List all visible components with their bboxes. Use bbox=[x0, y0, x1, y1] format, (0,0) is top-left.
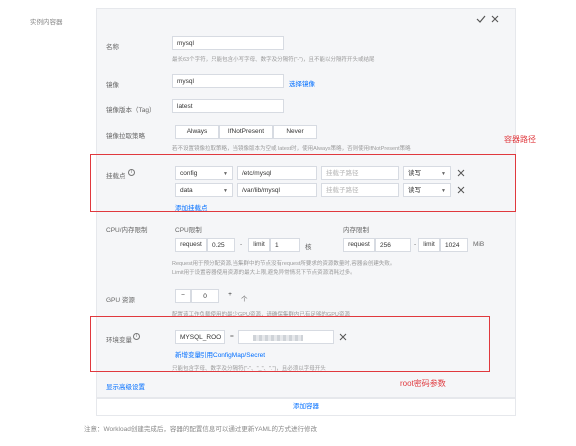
pull-policy-hint: 若不设置镜像拉取策略，当镜像版本为空或 latest时，使用Always策略，否… bbox=[172, 146, 411, 152]
pull-policy-label: 镜像拉取策略 bbox=[106, 133, 145, 140]
image-label: 镜像 bbox=[106, 82, 119, 89]
memory-limit-label: limit bbox=[418, 238, 440, 252]
gpu-unit: 个 bbox=[241, 296, 248, 303]
section-label: 实例内容器 bbox=[30, 19, 63, 26]
gpu-decrement-button[interactable]: − bbox=[175, 289, 191, 303]
gpu-label: GPU 资源 bbox=[106, 297, 135, 304]
show-advanced-settings-link[interactable]: 显示高级设置 bbox=[106, 381, 145, 391]
cpu-limit-label: limit bbox=[248, 238, 270, 252]
name-label: 名称 bbox=[106, 44, 119, 51]
add-container-link[interactable]: 添加容器 bbox=[293, 403, 319, 410]
close-icon[interactable] bbox=[490, 14, 500, 24]
pull-policy-never[interactable]: Never bbox=[273, 125, 317, 139]
cpu-request-label: request bbox=[175, 238, 207, 252]
gpu-increment-button[interactable]: + bbox=[222, 289, 238, 303]
select-image-link[interactable]: 选择镜像 bbox=[289, 78, 315, 88]
resources-hint-request: Request用于预分配资源,当集群中的节点没有request所要求的资源数量时… bbox=[172, 261, 396, 267]
env-highlight-box bbox=[90, 316, 490, 372]
mount-highlight-box bbox=[90, 154, 516, 212]
pull-policy-ifnotpresent[interactable]: IfNotPresent bbox=[219, 125, 273, 139]
footer-note: 注意：Workload创建完成后，容器的配置信息可以通过更新YAML的方式进行修… bbox=[84, 426, 318, 433]
gpu-count-input[interactable]: 0 bbox=[191, 289, 219, 303]
image-tag-input[interactable]: latest bbox=[172, 99, 284, 113]
resources-label: CPU/内存限制 bbox=[106, 227, 148, 234]
cpu-limit-input[interactable]: 1 bbox=[270, 238, 300, 252]
root-password-annotation: root密码参数 bbox=[400, 379, 446, 388]
memory-range-dash: - bbox=[414, 241, 417, 248]
cpu-request-input[interactable]: 0.25 bbox=[207, 238, 235, 252]
name-input[interactable]: mysql bbox=[172, 36, 284, 50]
pull-policy-always[interactable]: Always bbox=[175, 125, 219, 139]
memory-request-input[interactable]: 256 bbox=[375, 238, 411, 252]
cpu-limit-title: CPU限制 bbox=[175, 227, 202, 234]
name-hint: 最长63个字符，只能包含小写字母、数字及分隔符("-")，且不能以分隔符开头或结… bbox=[172, 57, 375, 63]
image-input[interactable]: mysql bbox=[172, 74, 284, 88]
memory-unit: MiB bbox=[473, 241, 485, 248]
add-container-bar[interactable]: 添加容器 bbox=[96, 398, 516, 416]
check-icon[interactable] bbox=[476, 14, 486, 24]
memory-limit-input[interactable]: 1024 bbox=[440, 238, 468, 252]
resources-hint-limit: Limit用于设置容器使用资源的最大上限,避免异常情况下节点资源消耗过多。 bbox=[172, 270, 356, 276]
cpu-range-dash: - bbox=[240, 241, 243, 248]
memory-limit-title: 内存限制 bbox=[343, 227, 369, 234]
mount-path-annotation: 容器路径 bbox=[504, 135, 536, 144]
image-tag-label: 镜像版本（Tag） bbox=[106, 107, 156, 114]
cpu-unit: 核 bbox=[305, 244, 312, 251]
memory-request-label: request bbox=[343, 238, 375, 252]
